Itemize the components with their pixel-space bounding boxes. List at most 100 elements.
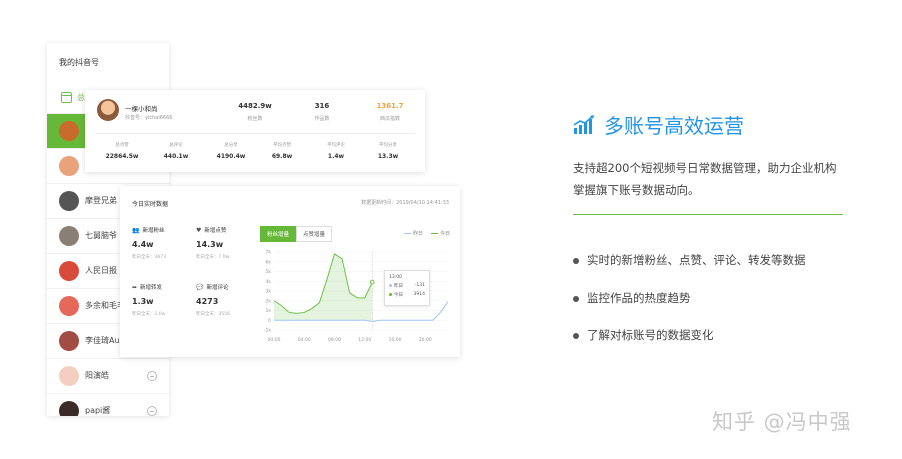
account-name: papi酱 [85, 406, 111, 415]
metric-label: 平均点赞 [273, 143, 291, 148]
x-tick-label: 04:00 [298, 337, 311, 343]
tooltip-row-yesterday: 昨日 -131 [389, 283, 425, 289]
metric-label: 总分享 [224, 143, 238, 148]
metric-value: 440.1w [163, 153, 189, 160]
remove-icon[interactable] [147, 406, 157, 416]
feature-description: 支持超200个短视频号日常数据管理，助力企业机构掌握旗下账号数据动向。 [573, 161, 837, 197]
metric-value: 69.8w [271, 153, 293, 160]
kpi-label: 新增粉丝 [142, 228, 165, 234]
bullet-item: 了解对标账号的数据变化 [573, 327, 714, 343]
metric-label: 总评论 [169, 143, 183, 148]
account-name: 摩登兄弟 [85, 196, 117, 205]
bar-chart-icon [573, 115, 594, 134]
avatar[interactable] [97, 99, 119, 121]
stat-value: 4482.9w [238, 102, 272, 110]
tooltip-label: 昨日 [394, 284, 403, 289]
watermark: 知乎 @冯中强 [712, 410, 852, 434]
tooltip-value: 3914 [413, 292, 425, 297]
sidebar-account-item[interactable]: 阳演皓 [47, 358, 169, 393]
remove-icon[interactable] [147, 371, 157, 381]
y-tick-label: 1k [266, 308, 272, 314]
metric-value: 22864.5w [105, 153, 139, 160]
legend-label: 今日 [439, 231, 450, 237]
heart-icon: ♥ [196, 226, 202, 234]
chart-tooltip: 13:00 昨日 -131 今日 3914 [384, 270, 430, 306]
avatar [59, 191, 79, 211]
avatar [59, 121, 79, 141]
avatar [59, 226, 79, 246]
stat-xigua-index: 1361.7 西瓜指数 [360, 102, 420, 122]
avatar [59, 401, 79, 416]
tooltip-label: 今日 [394, 293, 403, 298]
y-tick-label: 2k [266, 298, 272, 304]
avatar [59, 331, 79, 351]
account-name: 多余和毛毛 [85, 301, 125, 310]
metric-total-shares: 总分享 4190.4w [206, 142, 256, 160]
stat-value: 1361.7 [376, 102, 404, 110]
realtime-title: 今日实时数据 [132, 201, 169, 208]
account-name: 一棵小和尚 [125, 105, 158, 113]
tab-follower-increase[interactable]: 粉丝增量 [260, 226, 297, 242]
bullet-text: 监控作品的热度趋势 [587, 291, 691, 305]
account-name: 人民日报 [85, 266, 117, 275]
kpi-label: 新增评论 [206, 285, 229, 291]
kpi-label: 新增点赞 [204, 228, 227, 234]
calendar-icon [61, 92, 72, 103]
metric-value: 13.3w [377, 153, 399, 160]
bullet-item: 监控作品的热度趋势 [573, 290, 691, 306]
sidebar-account-item[interactable]: papi酱 [47, 393, 169, 416]
avatar [59, 156, 79, 176]
bullet-item: 实时的新增粉丝、点赞、评论、转发等数据 [573, 252, 806, 268]
y-tick-label: 4k [266, 279, 272, 285]
y-tick-label: -1k [264, 328, 271, 334]
tooltip-row-today: 今日 3914 [389, 292, 425, 298]
comment-icon: 💬 [196, 283, 204, 291]
metric-total-likes: 总点赞 22864.5w [97, 142, 147, 160]
stat-value: 316 [314, 102, 330, 110]
users-icon: 👥 [132, 226, 140, 234]
x-tick-label: 20:00 [419, 337, 432, 343]
stat-label: 作品数 [314, 116, 330, 122]
x-tick-label: 12:00 [358, 337, 371, 343]
metric-avg-likes: 平均点赞 69.8w [257, 142, 307, 160]
bullet-dot-icon [573, 332, 579, 339]
tooltip-value: -131 [414, 283, 425, 288]
account-id: 抖音号：yichai6666 [125, 115, 173, 121]
legend-item-today[interactable]: 今日 [430, 230, 450, 237]
stat-label: 粉丝数 [247, 116, 263, 122]
metric-label: 总点赞 [115, 143, 129, 148]
chart-tabs: 粉丝增量 点赞增量 [260, 226, 333, 242]
stat-followers: 4482.9w 粉丝数 [225, 102, 285, 122]
realtime-data-card: 今日实时数据 数据更新时间：2019/04/10 14:41:33 👥 新增粉丝 … [120, 186, 460, 357]
account-summary-card: 一棵小和尚 抖音号：yichai6666 4482.9w 粉丝数 316 作品数… [85, 90, 425, 172]
y-tick-label: 6k [266, 259, 272, 265]
account-name: 七舅脑爷 [85, 231, 117, 240]
chart-legend: 昨日 今日 [403, 230, 450, 237]
legend-item-yesterday[interactable]: 昨日 [403, 230, 423, 237]
legend-label: 昨日 [412, 231, 423, 237]
metric-value: 4190.4w [216, 153, 246, 160]
metric-total-comments: 总评论 440.1w [151, 142, 201, 160]
metric-avg-comments: 平均评论 1.4w [311, 142, 361, 160]
overview-tab-label: 总 [77, 93, 85, 102]
bullet-dot-icon [573, 257, 579, 264]
y-tick-label: 3k [266, 289, 272, 295]
bullet-text: 了解对标账号的数据变化 [587, 328, 714, 342]
update-time: 数据更新时间：2019/04/10 14:41:33 [361, 200, 449, 206]
metric-value: 1.4w [327, 153, 345, 160]
divider [573, 214, 843, 215]
tab-like-increase[interactable]: 点赞增量 [296, 226, 333, 242]
divider [95, 133, 415, 134]
avatar [59, 261, 79, 281]
account-name: 李佳琦Aus [85, 336, 124, 345]
share-icon: ➦ [132, 283, 138, 291]
x-tick-label: 08:00 [328, 337, 341, 343]
metric-label: 平均分享 [379, 143, 397, 148]
metric-label: 平均评论 [327, 143, 345, 148]
kpi-label: 新增转发 [140, 285, 163, 291]
avatar [59, 366, 79, 386]
y-tick-label: 0 [268, 318, 271, 324]
bullet-text: 实时的新增粉丝、点赞、评论、转发等数据 [587, 253, 806, 267]
y-tick-label: 7k [266, 250, 272, 256]
tooltip-time: 13:00 [389, 275, 402, 280]
